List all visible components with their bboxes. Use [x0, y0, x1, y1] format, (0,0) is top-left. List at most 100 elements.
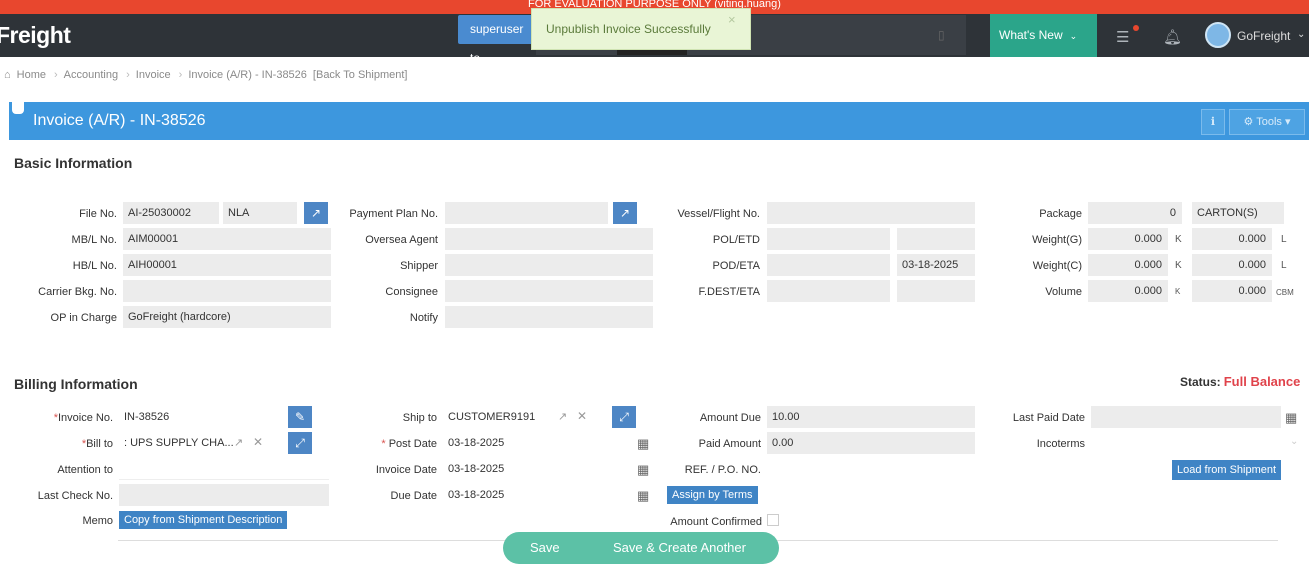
bill-to-open-icon[interactable]: ↗	[234, 436, 243, 449]
file-no-field[interactable]: AI-25030002	[123, 202, 219, 224]
breadcrumb-invoice[interactable]: Invoice	[136, 69, 171, 81]
breadcrumb-current: Invoice (A/R) - IN-38526	[188, 69, 307, 81]
floating-action-bar: Save Save & Create Another	[503, 532, 779, 564]
hbl-no-field[interactable]: AIH00001	[123, 254, 331, 276]
breadcrumb-home[interactable]: Home	[17, 69, 46, 81]
search-icon[interactable]: ▯	[938, 28, 945, 42]
notify-field[interactable]	[445, 306, 653, 328]
pol-field[interactable]	[767, 228, 890, 250]
eta-field[interactable]: 03-18-2025	[897, 254, 975, 276]
fdest-eta-field[interactable]	[897, 280, 975, 302]
pin-icon[interactable]	[12, 100, 24, 114]
username-label[interactable]: GoFreight	[1237, 29, 1290, 43]
volume-cbm-field[interactable]: 0.000	[1192, 280, 1272, 302]
open-file-button[interactable]: ↗	[304, 202, 328, 224]
paid-amount-field[interactable]: 0.00	[767, 432, 975, 454]
volume-k-field[interactable]: 0.000	[1088, 280, 1168, 302]
payment-plan-field[interactable]	[445, 202, 608, 224]
tools-button[interactable]: ⚙ Tools ▾	[1229, 109, 1305, 135]
weight-c-l-field[interactable]: 0.000	[1192, 254, 1272, 276]
incoterms-select[interactable]	[1091, 432, 1301, 454]
amount-confirmed-label: Amount Confirmed	[670, 516, 762, 528]
last-check-no-field[interactable]	[119, 484, 329, 506]
invoice-date-field[interactable]: 03-18-2025	[443, 458, 633, 480]
fdest-field[interactable]	[767, 280, 890, 302]
attention-to-label: Attention to	[57, 464, 113, 476]
last-paid-date-label: Last Paid Date	[1012, 412, 1085, 424]
ship-to-link-button[interactable]: ⤢	[612, 406, 636, 428]
attention-to-field[interactable]	[119, 458, 329, 480]
user-switch-chip[interactable]: superuser to	[458, 15, 536, 65]
bill-to-link-button[interactable]: ⤢	[288, 432, 312, 454]
invoice-no-field[interactable]: IN-38526	[119, 406, 281, 428]
ship-to-open-icon[interactable]: ↗	[558, 410, 567, 423]
file-type-field[interactable]: NLA	[223, 202, 297, 224]
calendar-icon[interactable]: ▦	[1285, 410, 1297, 426]
whats-new-button[interactable]: What's New ⌄	[990, 14, 1097, 57]
unit-k-label: K	[1175, 234, 1182, 245]
info-button[interactable]: ℹ	[1201, 109, 1225, 135]
calendar-icon[interactable]: ▦	[637, 488, 649, 504]
edit-invoice-no-button[interactable]: ✎	[288, 406, 312, 428]
save-button[interactable]: Save	[530, 532, 560, 564]
external-link-icon: ↗	[310, 206, 322, 220]
weight-g-label: Weight(G)	[1032, 234, 1082, 246]
last-paid-date-field[interactable]	[1091, 406, 1281, 428]
due-date-field[interactable]: 03-18-2025	[443, 484, 633, 506]
calendar-icon[interactable]: ▦	[637, 462, 649, 478]
user-menu-chevron-icon[interactable]: ⌄	[1297, 29, 1305, 40]
status-label: Status:	[1180, 375, 1221, 389]
weight-c-label: Weight(C)	[1032, 260, 1082, 272]
ship-to-clear-icon[interactable]: ✕	[577, 409, 587, 423]
load-from-shipment-button[interactable]: Load from Shipment	[1172, 460, 1282, 480]
mbl-no-field[interactable]: AIM00001	[123, 228, 331, 250]
paid-amount-label: Paid Amount	[698, 438, 761, 450]
consignee-field[interactable]	[445, 280, 653, 302]
save-create-another-button[interactable]: Save & Create Another	[613, 532, 746, 564]
amount-due-label: Amount Due	[699, 412, 761, 424]
amount-confirmed-checkbox[interactable]	[767, 514, 779, 526]
back-to-shipment-link[interactable]: [Back To Shipment]	[313, 69, 408, 81]
app-logo[interactable]: Freight	[0, 22, 71, 49]
home-icon: ⌂	[4, 69, 11, 81]
bill-to-clear-icon[interactable]: ✕	[253, 435, 263, 449]
billing-info-title: Billing Information	[14, 376, 138, 392]
avatar[interactable]	[1205, 22, 1231, 48]
task-list-icon[interactable]: ☰	[1116, 28, 1129, 46]
open-payment-plan-button[interactable]: ↗	[613, 202, 637, 224]
chevron-down-icon: ⌄	[1069, 31, 1078, 41]
weight-g-l-field[interactable]: 0.000	[1192, 228, 1272, 250]
pod-field[interactable]	[767, 254, 890, 276]
shipper-label: Shipper	[400, 260, 438, 272]
bell-icon[interactable]: 🔔︎	[1163, 28, 1182, 46]
copy-from-shipment-button[interactable]: Copy from Shipment Description	[119, 511, 288, 529]
post-date-label-text: Post Date	[388, 438, 437, 450]
link-icon: ⤢	[619, 410, 629, 424]
assign-by-terms-button[interactable]: Assign by Terms	[667, 486, 758, 504]
post-date-label: * Post Date	[340, 438, 437, 450]
calendar-icon[interactable]: ▦	[637, 436, 649, 452]
etd-field[interactable]	[897, 228, 975, 250]
post-date-field[interactable]: 03-18-2025	[443, 432, 633, 454]
package-label: Package	[1039, 208, 1082, 220]
toast-close-icon[interactable]: ×	[728, 12, 736, 27]
vessel-flight-field[interactable]	[767, 202, 975, 224]
bill-to-label-text: Bill to	[86, 438, 113, 450]
package-count-field[interactable]: 0	[1088, 202, 1182, 224]
package-unit-field[interactable]: CARTON(S)	[1192, 202, 1284, 224]
shipper-field[interactable]	[445, 254, 653, 276]
ref-po-field[interactable]	[767, 458, 975, 480]
carrier-bkg-label: Carrier Bkg. No.	[38, 286, 117, 298]
external-link-icon: ↗	[619, 206, 631, 220]
op-in-charge-field[interactable]: GoFreight (hardcore)	[123, 306, 331, 328]
success-toast: Unpublish Invoice Successfully	[531, 8, 751, 50]
toast-message: Unpublish Invoice Successfully	[546, 22, 711, 36]
gear-icon: ⚙	[1243, 116, 1254, 128]
incoterms-label: Incoterms	[1036, 438, 1085, 450]
weight-g-k-field[interactable]: 0.000	[1088, 228, 1168, 250]
amount-due-field[interactable]: 10.00	[767, 406, 975, 428]
oversea-agent-field[interactable]	[445, 228, 653, 250]
carrier-bkg-field[interactable]	[123, 280, 331, 302]
weight-c-k-field[interactable]: 0.000	[1088, 254, 1168, 276]
breadcrumb-accounting[interactable]: Accounting	[64, 69, 118, 81]
